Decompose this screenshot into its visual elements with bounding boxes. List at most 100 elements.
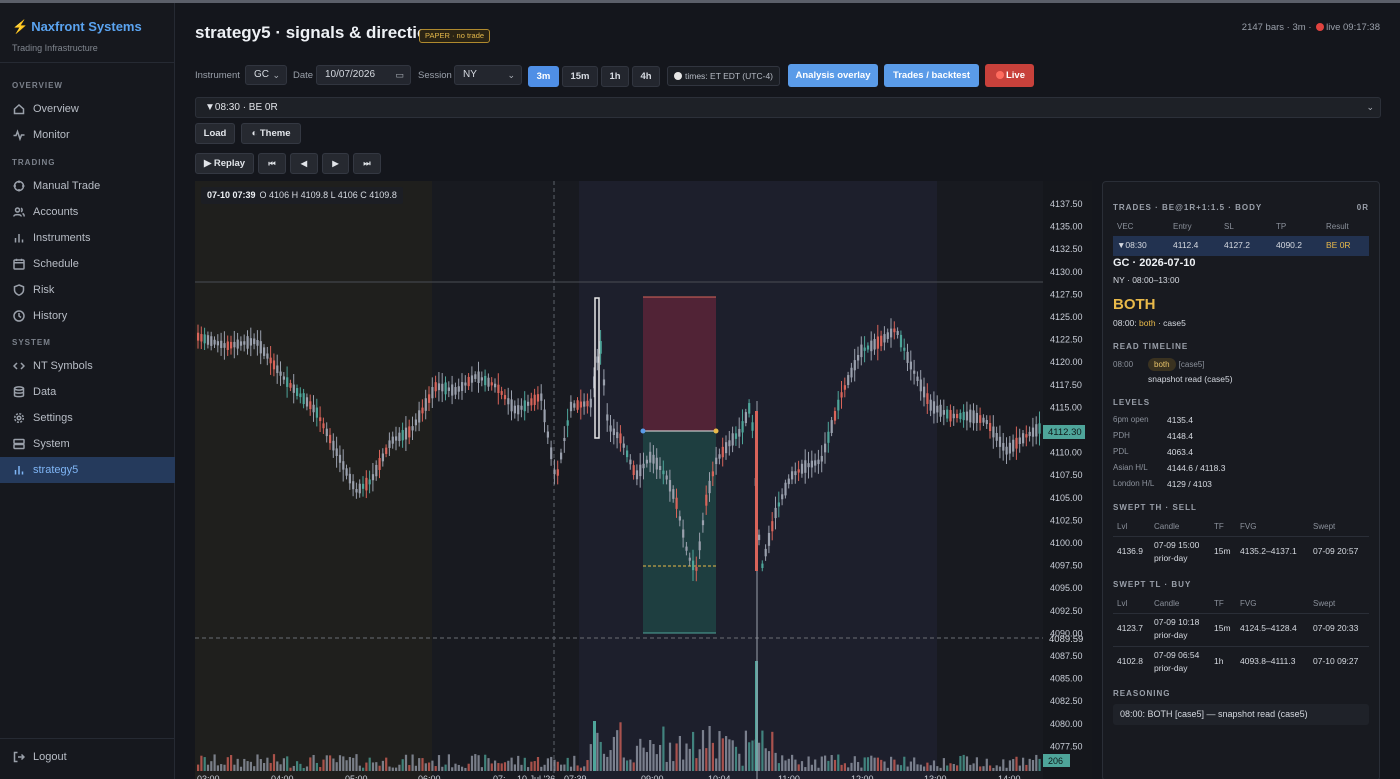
entry-marker-icon	[640, 428, 646, 434]
tf-3m-button[interactable]: 3m	[528, 66, 559, 87]
candle-body	[494, 383, 497, 388]
replay-button[interactable]: ▶ Replay	[195, 153, 254, 174]
level-name: London H/L	[1113, 479, 1155, 488]
load-button[interactable]: Load	[195, 123, 235, 144]
volume-bar	[942, 758, 945, 771]
volume-bar	[520, 764, 523, 771]
candle-body	[421, 407, 424, 414]
price-tick-label: 4137.50	[1050, 199, 1083, 209]
session-select[interactable]: NY ⌄	[454, 65, 522, 85]
date-input[interactable]: 10/07/2026 ▭	[316, 65, 411, 85]
volume-bar	[256, 754, 259, 771]
swept-candle: 07-09 06:54	[1154, 650, 1200, 660]
volume-bar	[787, 758, 790, 771]
candle-body	[507, 398, 510, 405]
volume-bar	[890, 756, 893, 771]
volume-bar	[880, 759, 883, 771]
volume-bar	[969, 764, 972, 771]
trade-select[interactable]: ▼08:30 · BE 0R ⌄	[195, 97, 1381, 118]
sidebar-item-instruments[interactable]: Instruments	[0, 225, 175, 251]
candle-body	[609, 425, 612, 432]
volume-bar	[761, 730, 764, 771]
candle-body	[556, 469, 559, 476]
sidebar-item-manual-trade[interactable]: Manual Trade	[0, 173, 175, 199]
tf-1h-button[interactable]: 1h	[601, 66, 629, 87]
candle-body	[857, 354, 860, 361]
volume-bar	[1022, 757, 1025, 771]
volume-bar	[992, 767, 995, 771]
brand-logo[interactable]: ⚡ Naxfront Systems	[12, 19, 142, 35]
analysis-overlay-button[interactable]: Analysis overlay	[788, 64, 878, 87]
users-icon	[13, 207, 25, 217]
price-tick-label: 4085.00	[1050, 674, 1083, 684]
volume-bar	[200, 755, 203, 771]
time-tick-label: 10 Jul '26	[517, 774, 555, 779]
swept-tf: 15m	[1214, 546, 1231, 556]
candle-body	[883, 334, 886, 343]
timezone-toggle[interactable]: times: ET EDT (UTC-4)	[667, 66, 780, 86]
candle-body	[992, 426, 995, 438]
candle-body	[230, 341, 233, 349]
candle-body	[533, 394, 536, 405]
live-button[interactable]: Live	[985, 64, 1034, 87]
candle-body	[375, 464, 378, 477]
volume-bar	[682, 759, 685, 771]
instrument-select[interactable]: GC ⌄	[245, 65, 287, 85]
logout-button[interactable]: Logout	[0, 744, 175, 770]
volume-bar	[939, 767, 942, 771]
sidebar-item-strategy5[interactable]: strategy5	[0, 457, 175, 483]
candle-body	[296, 388, 299, 396]
sidebar-item-label: Overview	[33, 103, 79, 115]
sidebar-item-nt-symbols[interactable]: NT Symbols	[0, 353, 175, 379]
tf-4h-button[interactable]: 4h	[632, 66, 660, 87]
sidebar-item-settings[interactable]: Settings	[0, 405, 175, 431]
sidebar: ⚡ Naxfront Systems Trading Infrastructure…	[0, 3, 175, 779]
candle-body	[962, 411, 965, 421]
candle-body	[767, 532, 771, 546]
skip-start-button[interactable]: ⏮	[258, 153, 286, 174]
volume-bar	[873, 757, 876, 771]
tf-15m-button[interactable]: 15m	[562, 66, 598, 87]
candle-body	[668, 480, 672, 492]
play-button[interactable]: ▶	[322, 153, 349, 174]
candle-body	[1002, 442, 1005, 451]
candle-body	[774, 507, 777, 519]
candle-body	[708, 480, 711, 494]
swept-level: 4102.8	[1117, 656, 1143, 666]
volume-bar	[949, 763, 952, 771]
candle-body	[329, 434, 332, 444]
sidebar-item-risk[interactable]: Risk	[0, 277, 175, 303]
sidebar-item-label: Accounts	[33, 206, 79, 218]
candle-body	[755, 411, 758, 571]
chevron-down-icon: ⌄	[507, 70, 515, 80]
time-tick-label: 07:39	[564, 774, 587, 779]
candle-body	[454, 387, 457, 395]
volume-bar	[635, 745, 639, 771]
sidebar-item-schedule[interactable]: Schedule	[0, 251, 175, 277]
price-chart-svg[interactable]: 4137.50 4135.00 4132.50 4130.00 4127.50 4125.…	[195, 181, 1092, 779]
candle-body	[560, 452, 563, 460]
sidebar-item-accounts[interactable]: Accounts	[0, 199, 175, 225]
sidebar-item-monitor[interactable]: Monitor	[0, 122, 175, 148]
step-back-button[interactable]: ◀	[290, 153, 318, 174]
sidebar-item-history[interactable]: History	[0, 303, 175, 329]
clock-icon	[13, 310, 25, 322]
trades-backtest-button[interactable]: Trades / backtest	[884, 64, 979, 87]
swept-fvg: 4135.2–4137.1	[1240, 546, 1297, 556]
session-window: NY · 08:00–13:00	[1113, 275, 1180, 285]
candle-body	[404, 427, 408, 440]
price-chart[interactable]: 4137.50 4135.00 4132.50 4130.00 4127.50 4125.…	[195, 181, 1092, 779]
candle-body	[312, 404, 315, 413]
candle-body	[969, 409, 972, 423]
candle-body	[348, 473, 351, 484]
skip-end-button[interactable]: ⏭	[353, 153, 381, 174]
trade-time: ▼08:30	[1117, 240, 1147, 250]
sidebar-item-data[interactable]: Data	[0, 379, 175, 405]
volume-bar	[639, 738, 642, 771]
theme-button[interactable]: ◐ Theme	[241, 123, 301, 144]
level-value: 4148.4	[1167, 431, 1193, 441]
level-name: PDL	[1113, 447, 1129, 456]
sidebar-item-system[interactable]: System	[0, 431, 175, 457]
sidebar-item-overview[interactable]: Overview	[0, 96, 175, 122]
live-dot-icon	[1316, 23, 1325, 31]
